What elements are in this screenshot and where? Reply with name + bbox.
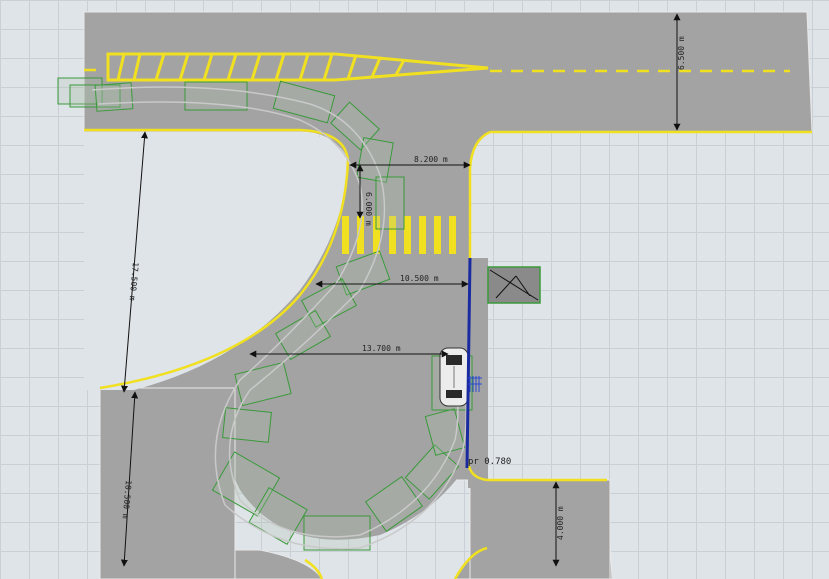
planning-canvas[interactable]: 6.500 m 8.200 m 6.000 m 10.500 m 17.500 … [0, 0, 829, 579]
label-curb-offset: 6.000 m [364, 192, 373, 226]
label-top-road-width: 6.500 m [677, 36, 686, 70]
label-median-to-vehicle: 13.700 m [362, 344, 401, 353]
label-crosswalk-offset: 8.200 m [414, 155, 448, 164]
curb-right-turn [468, 130, 491, 258]
label-right-road-width: 4.000 m [556, 506, 565, 540]
lower-right-road [469, 479, 611, 579]
label-pole: pr 0.780 [468, 457, 511, 467]
sign-icon[interactable] [487, 266, 541, 304]
label-median-to-pole: 10.500 m [400, 274, 439, 283]
lower-left-road [99, 387, 236, 579]
car-icon[interactable] [439, 347, 469, 407]
